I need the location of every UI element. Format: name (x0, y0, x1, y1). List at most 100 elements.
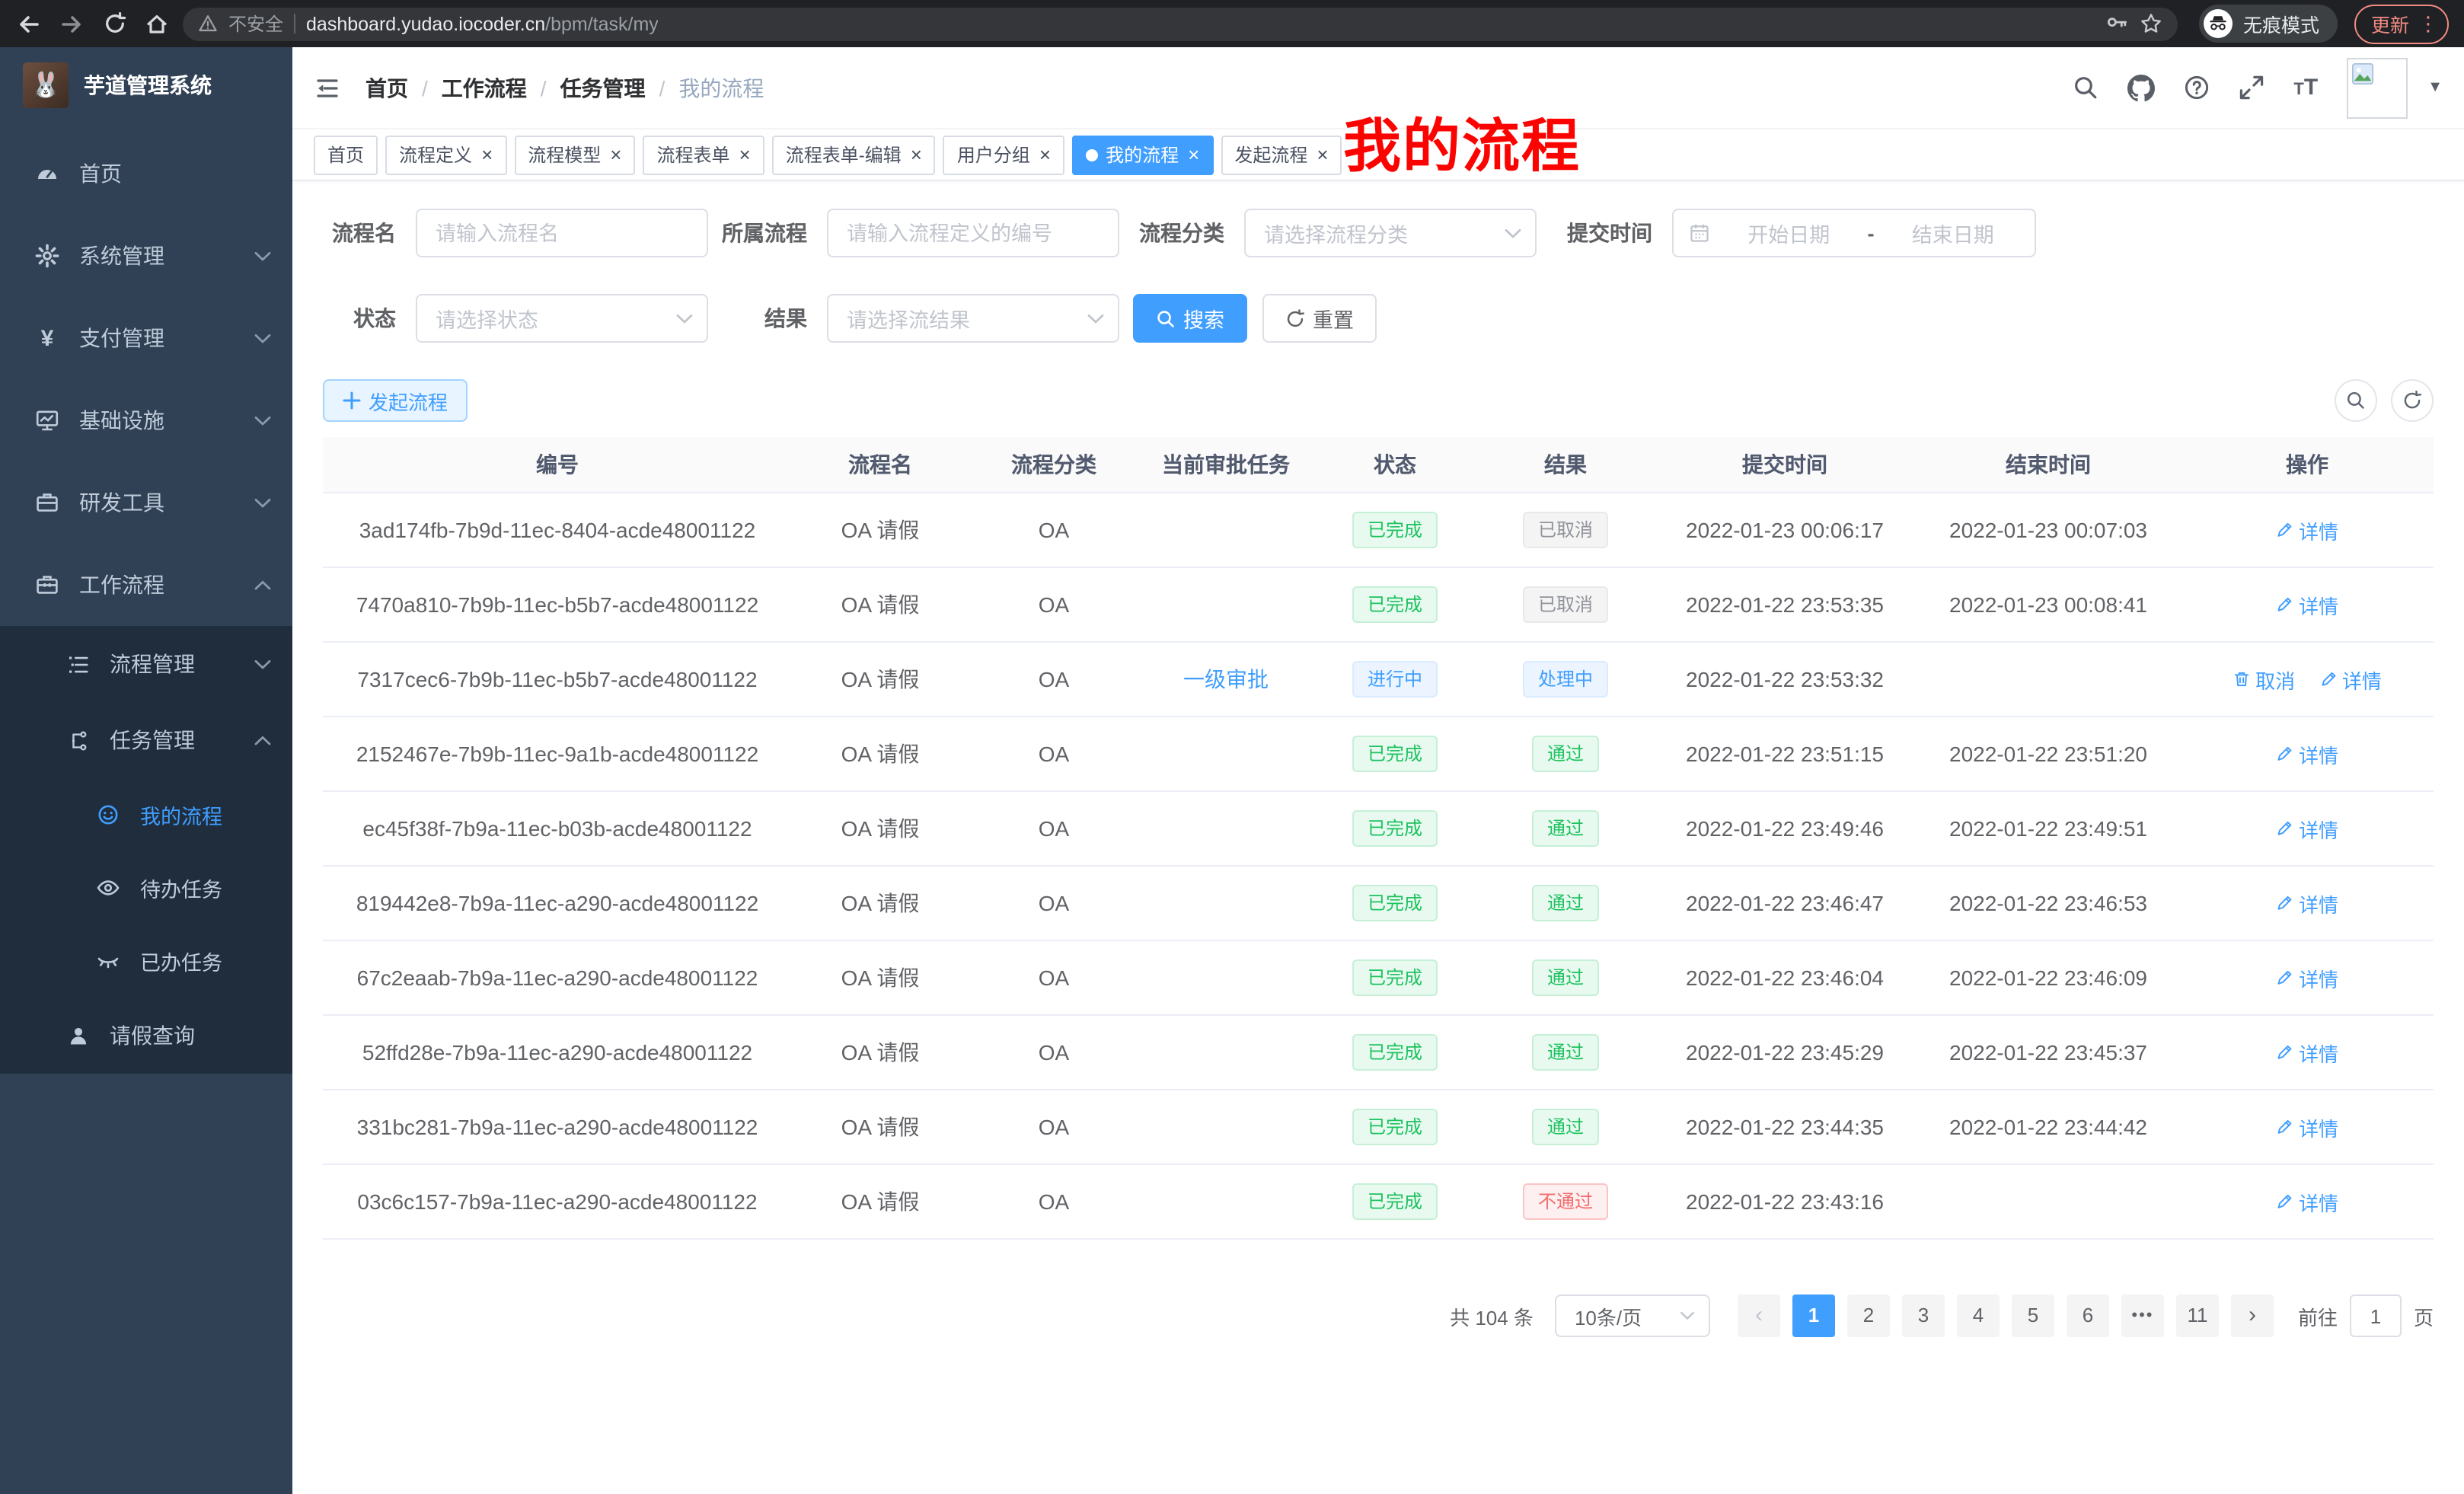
sidebar-item-done-tasks[interactable]: 已办任务 (0, 924, 292, 998)
cell-id: 03c6c157-7b9a-11ec-a290-acde48001122 (323, 1164, 792, 1239)
sidebar-item-workflow[interactable]: 工作流程 (0, 544, 292, 626)
breadcrumb-home[interactable]: 首页 (365, 72, 408, 103)
close-icon[interactable]: × (481, 145, 493, 164)
sidebar-item-home[interactable]: 首页 (0, 132, 292, 215)
cell-status: 已完成 (1313, 717, 1477, 791)
page-button[interactable]: ‹ (1738, 1294, 1780, 1337)
reload-icon[interactable] (101, 10, 128, 37)
tab[interactable]: 流程表单 × (643, 135, 764, 174)
sidebar-item-task-management[interactable]: 任务管理 (0, 702, 292, 778)
tab[interactable]: 首页 (314, 135, 378, 174)
tab[interactable]: 流程表单-编辑 × (772, 135, 936, 174)
sidebar-item-leave-query[interactable]: 请假查询 (0, 998, 292, 1074)
tab[interactable]: 流程定义 × (385, 135, 506, 174)
sidebar-item-payment[interactable]: ¥ 支付管理 (0, 297, 292, 379)
reset-button[interactable]: 重置 (1262, 294, 1377, 343)
close-icon[interactable]: × (1039, 145, 1051, 164)
toolbox-icon (34, 573, 61, 597)
process-def-input[interactable] (828, 222, 1118, 244)
address-bar[interactable]: 不安全 dashboard.yudao.iocoder.cn/bpm/task/… (183, 7, 2178, 40)
table-row: 331bc281-7b9a-11ec-a290-acde48001122 OA … (323, 1090, 2434, 1164)
key-icon[interactable] (2106, 12, 2129, 35)
detail-link[interactable]: 详情 (2276, 814, 2338, 843)
detail-link[interactable]: 详情 (2276, 963, 2338, 992)
detail-link[interactable]: 详情 (2276, 1038, 2338, 1067)
goto-page-input[interactable] (2350, 1294, 2402, 1337)
detail-link[interactable]: 详情 (2276, 1113, 2338, 1141)
bookmark-star-icon[interactable] (2140, 12, 2162, 35)
forward-icon[interactable] (58, 10, 85, 37)
breadcrumb-task-management[interactable]: 任务管理 (560, 72, 646, 103)
column-header[interactable]: 结束时间 (1916, 437, 2181, 493)
update-button[interactable]: 更新 ⋮ (2354, 4, 2449, 43)
column-header[interactable]: 当前审批任务 (1139, 437, 1313, 493)
close-icon[interactable]: × (610, 145, 621, 164)
page-button[interactable]: 2 (1847, 1294, 1890, 1337)
sidebar-item-my-process[interactable]: 我的流程 (0, 778, 292, 851)
close-icon[interactable]: × (739, 145, 751, 164)
category-select[interactable]: 请选择流程分类 (1244, 209, 1537, 257)
result-badge: 通过 (1532, 1109, 1599, 1145)
tab[interactable]: 发起流程 × (1221, 135, 1342, 174)
page-button[interactable]: 1 (1792, 1294, 1835, 1337)
page-button[interactable]: ••• (2121, 1294, 2164, 1337)
browser-menu-icon[interactable]: ⋮ (2418, 14, 2438, 34)
avatar[interactable] (2347, 57, 2408, 118)
sidebar-item-todo-tasks[interactable]: 待办任务 (0, 851, 292, 924)
page-button[interactable]: 11 (2176, 1294, 2219, 1337)
sidebar-item-infra[interactable]: 基础设施 (0, 379, 292, 461)
sidebar-item-system[interactable]: 系统管理 (0, 215, 292, 297)
result-select[interactable]: 请选择流结果 (827, 294, 1119, 343)
refresh-table-button[interactable] (2391, 379, 2434, 422)
page-button[interactable]: 5 (2012, 1294, 2054, 1337)
column-header[interactable]: 提交时间 (1654, 437, 1916, 493)
table-row: ec45f38f-7b9a-11ec-b03b-acde48001122 OA … (323, 791, 2434, 866)
security-label[interactable]: 不安全 (228, 11, 283, 37)
fullscreen-icon[interactable] (2239, 75, 2265, 101)
detail-link[interactable]: 详情 (2276, 739, 2338, 768)
tab[interactable]: 我的流程 × (1072, 135, 1213, 174)
detail-link[interactable]: 详情 (2276, 516, 2338, 544)
tab[interactable]: 流程模型 × (514, 135, 635, 174)
column-header[interactable]: 流程分类 (969, 437, 1139, 493)
column-header[interactable]: 结果 (1477, 437, 1654, 493)
help-icon[interactable] (2184, 75, 2210, 101)
sidebar-item-devtools[interactable]: 研发工具 (0, 461, 292, 544)
current-task-link[interactable]: 一级审批 (1183, 667, 1269, 691)
page-size-select[interactable]: 10条/页 (1555, 1294, 1710, 1337)
detail-link[interactable]: 详情 (2319, 665, 2382, 694)
column-header[interactable]: 状态 (1313, 437, 1477, 493)
font-size-icon[interactable]: TT (2293, 76, 2318, 99)
search-button[interactable]: 搜索 (1133, 294, 1247, 343)
logo[interactable]: 🐰 芋道管理系统 (0, 47, 292, 123)
submit-time-range[interactable]: 开始日期 - 结束日期 (1672, 209, 2036, 257)
sidebar-collapse-icon[interactable] (308, 68, 347, 107)
page-button[interactable]: 3 (1902, 1294, 1945, 1337)
github-icon[interactable] (2127, 74, 2155, 101)
column-header[interactable]: 编号 (323, 437, 792, 493)
breadcrumb-workflow[interactable]: 工作流程 (442, 72, 527, 103)
url-text[interactable]: dashboard.yudao.iocoder.cn/bpm/task/my (306, 13, 659, 34)
column-header[interactable]: 流程名 (792, 437, 969, 493)
sidebar-item-process-management[interactable]: 流程管理 (0, 626, 292, 702)
cancel-link[interactable]: 取消 (2233, 665, 2295, 694)
avatar-dropdown-icon[interactable]: ▼ (2427, 79, 2443, 96)
status-select[interactable]: 请选择状态 (416, 294, 708, 343)
create-process-button[interactable]: 发起流程 (323, 379, 468, 422)
page-button[interactable]: › (2231, 1294, 2274, 1337)
search-icon[interactable] (2073, 75, 2099, 101)
close-icon[interactable]: × (1188, 145, 1199, 164)
back-icon[interactable] (15, 10, 43, 37)
page-button[interactable]: 6 (2067, 1294, 2109, 1337)
column-header[interactable]: 操作 (2181, 437, 2434, 493)
process-name-input[interactable] (417, 222, 707, 244)
tab[interactable]: 用户分组 × (943, 135, 1064, 174)
home-icon[interactable] (143, 10, 171, 37)
show-search-button[interactable] (2335, 379, 2377, 422)
close-icon[interactable]: × (1317, 145, 1328, 164)
detail-link[interactable]: 详情 (2276, 1187, 2338, 1216)
close-icon[interactable]: × (911, 145, 922, 164)
detail-link[interactable]: 详情 (2276, 889, 2338, 918)
detail-link[interactable]: 详情 (2276, 590, 2338, 619)
page-button[interactable]: 4 (1957, 1294, 2000, 1337)
